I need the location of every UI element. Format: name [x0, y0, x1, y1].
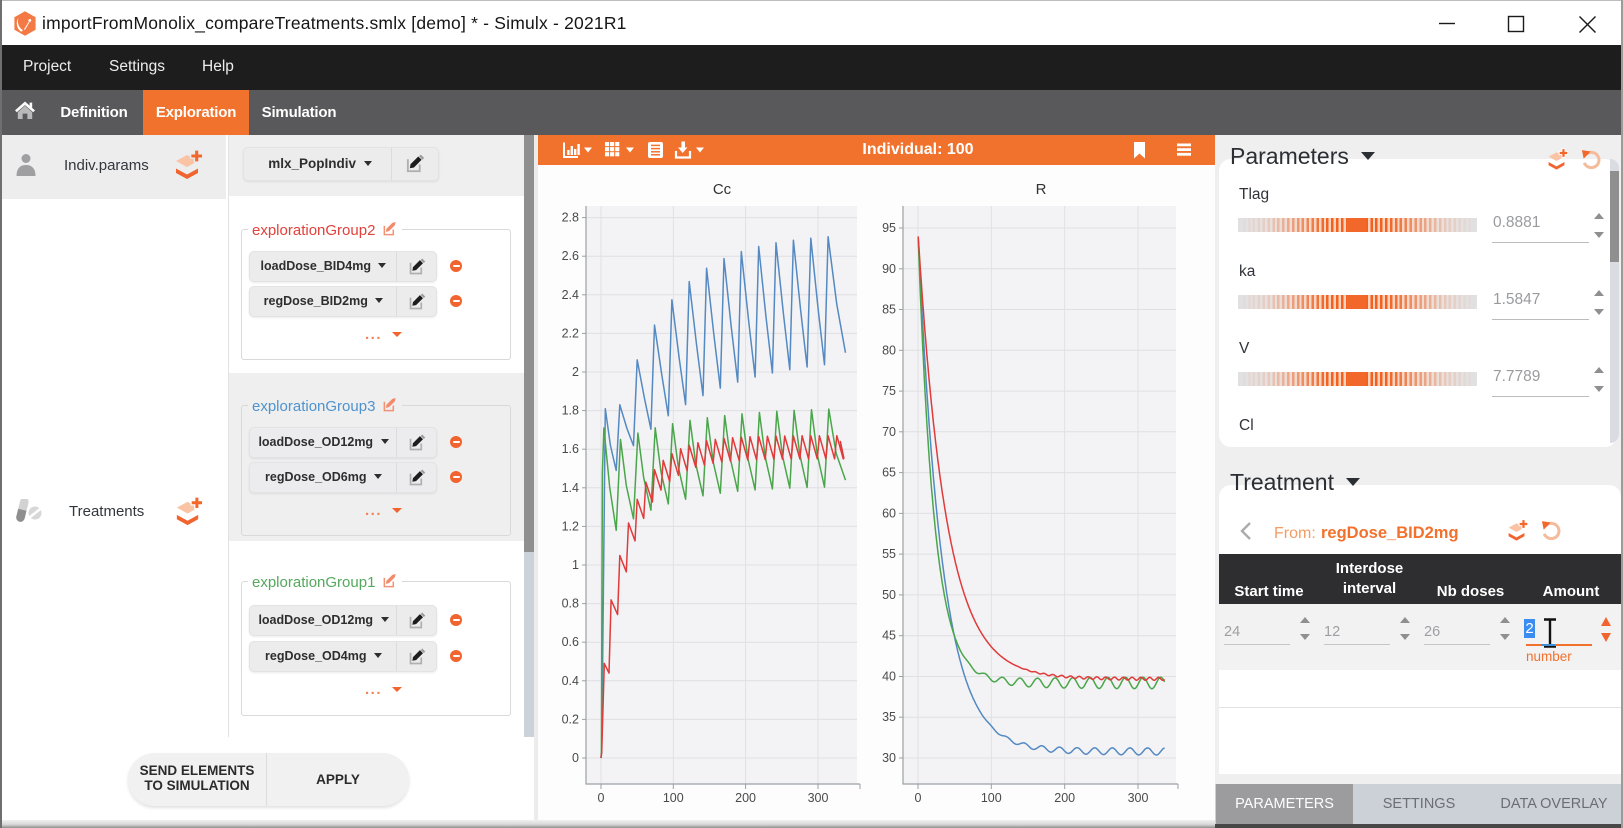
- svg-text:65: 65: [882, 466, 896, 480]
- svg-text:1.4: 1.4: [562, 481, 579, 495]
- svg-text:2.6: 2.6: [562, 249, 579, 263]
- svg-text:Cc: Cc: [713, 181, 732, 198]
- svg-text:80: 80: [882, 343, 896, 357]
- svg-text:2.4: 2.4: [562, 288, 579, 302]
- svg-text:85: 85: [882, 303, 896, 317]
- svg-text:75: 75: [882, 384, 896, 398]
- svg-text:0.4: 0.4: [562, 674, 579, 688]
- svg-text:200: 200: [1054, 791, 1075, 805]
- svg-text:55: 55: [882, 547, 896, 561]
- svg-text:1.6: 1.6: [562, 442, 579, 456]
- svg-text:35: 35: [882, 710, 896, 724]
- svg-text:2.8: 2.8: [562, 211, 579, 225]
- svg-text:95: 95: [882, 221, 896, 235]
- svg-text:2.2: 2.2: [562, 326, 579, 340]
- svg-text:50: 50: [882, 588, 896, 602]
- svg-text:30: 30: [882, 751, 896, 765]
- svg-text:300: 300: [808, 791, 829, 805]
- svg-text:0: 0: [598, 791, 605, 805]
- svg-text:45: 45: [882, 629, 896, 643]
- svg-text:0.6: 0.6: [562, 635, 579, 649]
- svg-text:0.8: 0.8: [562, 597, 579, 611]
- svg-text:1.8: 1.8: [562, 404, 579, 418]
- svg-text:100: 100: [981, 791, 1002, 805]
- svg-text:0: 0: [915, 791, 922, 805]
- svg-text:60: 60: [882, 506, 896, 520]
- svg-text:40: 40: [882, 670, 896, 684]
- svg-text:200: 200: [735, 791, 756, 805]
- svg-text:90: 90: [882, 262, 896, 276]
- svg-text:2: 2: [572, 365, 579, 379]
- svg-text:0: 0: [572, 751, 579, 765]
- svg-text:R: R: [1036, 181, 1047, 198]
- svg-text:100: 100: [663, 791, 684, 805]
- svg-text:70: 70: [882, 425, 896, 439]
- svg-text:300: 300: [1128, 791, 1149, 805]
- svg-text:1.2: 1.2: [562, 519, 579, 533]
- svg-text:1: 1: [572, 558, 579, 572]
- svg-text:0.2: 0.2: [562, 712, 579, 726]
